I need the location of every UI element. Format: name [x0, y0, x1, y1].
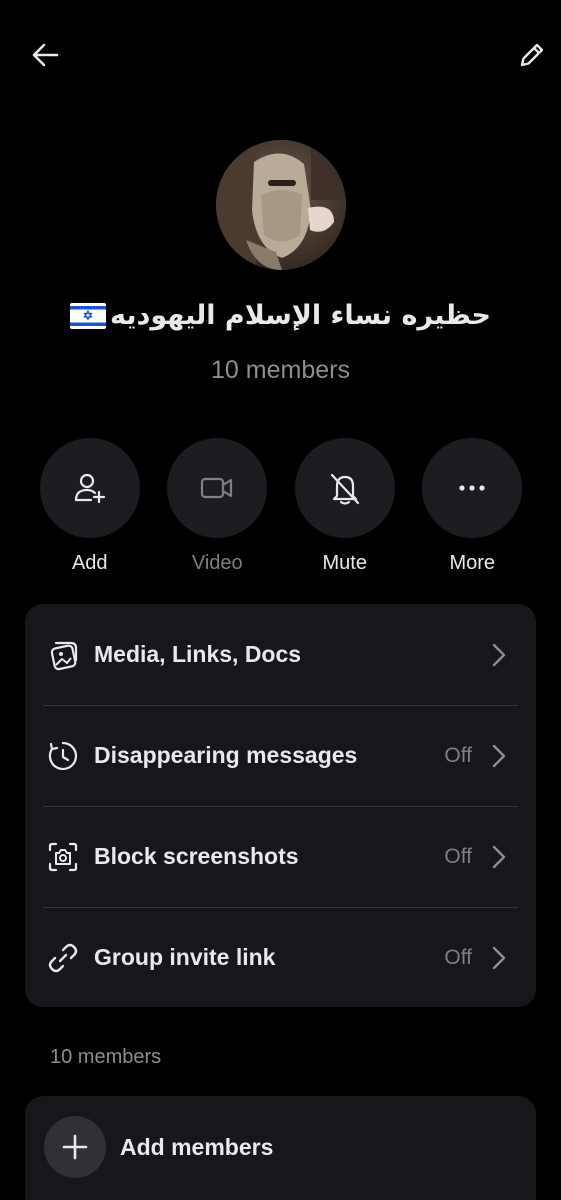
more-action-circle[interactable]: [422, 438, 523, 538]
pencil-icon: [520, 43, 544, 67]
settings-row-disappearing[interactable]: Disappearing messages Off: [25, 705, 536, 806]
more-action[interactable]: More: [409, 438, 537, 575]
add-action-label: Add: [71, 552, 108, 574]
video-action[interactable]: Video: [154, 438, 282, 575]
members-card: Add members: [25, 1096, 536, 1200]
action-buttons: Add Video Mute More: [26, 438, 536, 575]
settings-row-value: Off: [444, 844, 472, 868]
mute-action-label: Mute: [322, 552, 367, 574]
group-info-screen: حظيره نساء الإسلام اليهوديه 10 members A…: [0, 0, 561, 1200]
settings-row-label: Media, Links, Docs: [94, 641, 302, 667]
video-action-circle[interactable]: [167, 438, 268, 538]
group-name: حظيره نساء الإسلام اليهوديه: [0, 300, 561, 331]
media-icon: [45, 637, 81, 673]
top-bar: [0, 0, 561, 108]
add-action-circle[interactable]: [39, 438, 140, 538]
edit-button[interactable]: [511, 34, 553, 76]
settings-row-label: Block screenshots: [94, 843, 299, 869]
screenshot-camera-icon: [45, 839, 81, 875]
add-members-button[interactable]: Add members: [25, 1096, 536, 1198]
more-action-label: More: [449, 552, 496, 574]
mute-action[interactable]: Mute: [281, 438, 409, 575]
mute-action-circle[interactable]: [294, 438, 395, 538]
arrow-left-icon: [32, 43, 59, 67]
chevron-right-icon: [488, 741, 510, 771]
settings-row-label: Group invite link: [94, 944, 276, 970]
settings-row-media[interactable]: Media, Links, Docs: [25, 604, 536, 705]
chevron-right-icon: [488, 640, 510, 670]
settings-row-label: Disappearing messages: [94, 742, 358, 768]
add-members-circle: [44, 1116, 106, 1178]
video-action-label: Video: [191, 552, 243, 574]
settings-row-value: Off: [444, 743, 472, 767]
settings-row-block-screenshots[interactable]: Block screenshots Off: [25, 806, 536, 907]
settings-row-invite-link[interactable]: Group invite link Off: [25, 907, 536, 1007]
add-members-label: Add members: [120, 1133, 274, 1160]
members-section-title: 10 members: [50, 1046, 162, 1068]
back-button[interactable]: [24, 34, 66, 76]
timer-icon: [45, 738, 81, 774]
group-name-text: حظيره نساء الإسلام اليهوديه: [109, 300, 491, 331]
settings-card: Media, Links, Docs Disappearing messages…: [25, 604, 536, 1007]
group-avatar[interactable]: [216, 140, 346, 270]
chevron-right-icon: [488, 842, 510, 872]
bell-off-icon: [330, 473, 359, 505]
avatar-image: [216, 140, 346, 270]
member-count: 10 members: [211, 356, 350, 384]
settings-row-value: Off: [444, 945, 472, 969]
add-action[interactable]: Add: [26, 438, 154, 575]
chevron-right-icon: [488, 943, 510, 973]
link-icon: [45, 940, 81, 976]
more-horizontal-icon: [459, 485, 485, 491]
add-user-icon: [74, 473, 105, 504]
plus-icon: [62, 1134, 88, 1160]
israel-flag-icon: [69, 302, 106, 329]
video-camera-icon: [201, 477, 233, 499]
